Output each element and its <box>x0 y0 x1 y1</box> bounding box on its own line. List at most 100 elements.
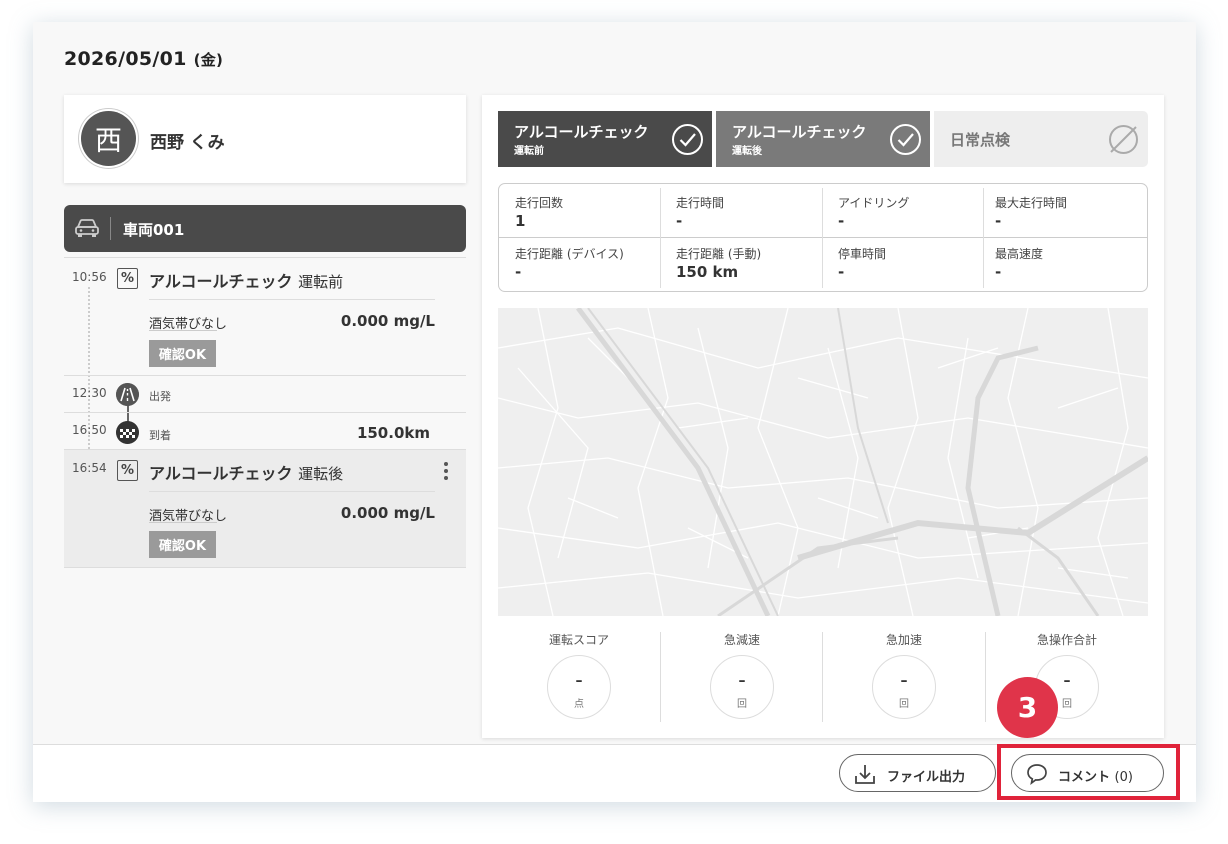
result-value: 0.000 mg/L <box>340 504 435 522</box>
tab-title: アルコールチェック <box>514 123 649 141</box>
entry-title-sub: 運転後 <box>298 465 344 483</box>
car-icon <box>75 219 99 237</box>
result-row: 酒気帯びなし 0.000 mg/L <box>149 299 435 332</box>
score-driving: 運転スコア – 点 <box>498 631 660 722</box>
score-hard-accel: 急加速 – 回 <box>823 631 985 722</box>
percent-icon: % <box>117 460 138 481</box>
tab-title: アルコールチェック <box>732 123 867 141</box>
stat-value: - <box>838 263 845 281</box>
download-icon <box>855 765 875 784</box>
detail-panel: アルコールチェック 運転前 アルコールチェック 運転後 日常点検 走行回数 1 <box>482 95 1164 738</box>
stat-max-drive-time: 最大走行時間 - <box>979 184 1140 236</box>
stat-value: 150 km <box>676 263 739 281</box>
status-badge: 確認OK <box>149 531 216 558</box>
percent-icon: % <box>117 268 138 289</box>
stat-value: - <box>676 212 683 230</box>
score-label: 急加速 <box>885 633 922 647</box>
stat-value: - <box>515 263 522 281</box>
score-unit: 回 <box>737 699 747 710</box>
stat-stop-time: 停車時間 - <box>822 235 983 287</box>
distance-value: 150.0km <box>356 424 430 442</box>
date-main: 2026/05/01 <box>64 48 187 70</box>
stat-value: 1 <box>515 212 526 230</box>
stat-label: アイドリング <box>838 196 910 210</box>
result-divider <box>149 330 217 331</box>
result-divider <box>149 522 217 523</box>
result-value: 0.000 mg/L <box>340 312 435 330</box>
stat-label: 停車時間 <box>838 247 887 261</box>
stat-label: 走行距離 (手動) <box>676 247 762 261</box>
stat-max-speed: 最高速度 - <box>979 235 1140 287</box>
driver-name: 西野 くみ <box>150 133 225 153</box>
entry-title-sub: 運転前 <box>298 273 344 291</box>
score-unit: 回 <box>899 699 909 710</box>
export-button[interactable]: ファイル出力 <box>839 754 996 792</box>
checkered-flag-icon <box>116 421 139 444</box>
entry-time: 16:50 <box>72 423 107 437</box>
stat-label: 走行距離 (デバイス) <box>515 247 624 261</box>
stats-table: 走行回数 1 走行時間 - アイドリング - 最大走行時間 - 走行距離 (デバ… <box>498 183 1148 292</box>
event-label: 出発 <box>149 390 171 403</box>
stat-drive-count: 走行回数 1 <box>499 184 660 236</box>
score-value: – <box>738 673 746 689</box>
map-roads <box>498 308 1148 616</box>
entry-time: 10:56 <box>72 270 107 284</box>
vehicle-name: 車両001 <box>123 221 185 239</box>
score-circle: – 点 <box>547 655 611 719</box>
entry-title-main: アルコールチェック <box>149 464 293 483</box>
tutorial-highlight-box <box>997 744 1180 800</box>
export-label: ファイル出力 <box>887 770 966 785</box>
stat-label: 最高速度 <box>995 247 1044 261</box>
check-circle-icon <box>890 124 921 155</box>
check-circle-icon <box>672 124 703 155</box>
tutorial-step-badge: 3 <box>997 677 1058 738</box>
route-map[interactable] <box>498 308 1148 616</box>
tab-alcohol-after[interactable]: アルコールチェック 運転後 <box>716 111 930 167</box>
road-icon <box>116 383 139 406</box>
score-hard-braking: 急減速 – 回 <box>661 631 823 722</box>
score-circle: – 回 <box>710 655 774 719</box>
entry-title: アルコールチェック 運転前 <box>149 268 343 292</box>
timeline-entry-check-before[interactable]: 10:56 % アルコールチェック 運転前 酒気帯びなし 0.000 mg/L … <box>64 257 466 376</box>
stat-drive-time: 走行時間 - <box>660 184 821 236</box>
entry-time: 12:30 <box>72 386 107 400</box>
score-label: 運転スコア <box>548 633 609 647</box>
score-unit: 点 <box>574 699 584 710</box>
entry-title-main: アルコールチェック <box>149 272 293 291</box>
stat-idling: アイドリング - <box>822 184 983 236</box>
tab-subtitle: 運転前 <box>514 146 544 157</box>
tab-daily-inspection[interactable]: 日常点検 <box>934 111 1148 167</box>
entry-time: 16:54 <box>72 461 107 475</box>
score-value: – <box>900 673 908 689</box>
vehicle-header[interactable]: 車両001 <box>64 205 466 252</box>
event-label: 到着 <box>149 429 171 442</box>
result-row: 酒気帯びなし 0.000 mg/L <box>149 491 435 524</box>
stat-distance-device: 走行距離 (デバイス) - <box>499 235 660 287</box>
tab-title: 日常点検 <box>950 131 1011 149</box>
score-circle: – 回 <box>872 655 936 719</box>
timeline-entry-check-after[interactable]: 16:54 % アルコールチェック 運転後 酒気帯びなし 0.000 mg/L … <box>64 450 466 568</box>
stat-value: - <box>995 212 1002 230</box>
not-done-icon <box>1109 125 1138 154</box>
score-label: 急減速 <box>723 633 760 647</box>
timeline-entry-arrive: 16:50 到着 150.0km <box>64 413 466 450</box>
date-weekday: (金) <box>193 51 224 69</box>
score-value: – <box>575 673 583 689</box>
score-label: 急操作合計 <box>1036 633 1097 647</box>
entry-title: アルコールチェック 運転後 <box>149 460 343 484</box>
status-badge: 確認OK <box>149 340 216 367</box>
stat-label: 走行回数 <box>515 196 564 210</box>
stat-distance-manual: 走行距離 (手動) 150 km <box>660 235 821 287</box>
tab-alcohol-before[interactable]: アルコールチェック 運転前 <box>498 111 712 167</box>
more-menu-icon[interactable] <box>444 462 448 483</box>
timeline-entry-depart: 12:30 出発 <box>64 376 466 413</box>
tab-subtitle: 運転後 <box>732 146 762 157</box>
avatar: 西 <box>81 111 136 166</box>
stat-value: - <box>838 212 845 230</box>
stat-label: 最大走行時間 <box>995 196 1068 210</box>
stat-value: - <box>995 263 1002 281</box>
stat-label: 走行時間 <box>676 196 725 210</box>
vehicle-divider <box>110 217 111 240</box>
date-heading: 2026/05/01 (金) <box>64 48 223 70</box>
driver-card: 西 西野 くみ <box>64 95 466 183</box>
